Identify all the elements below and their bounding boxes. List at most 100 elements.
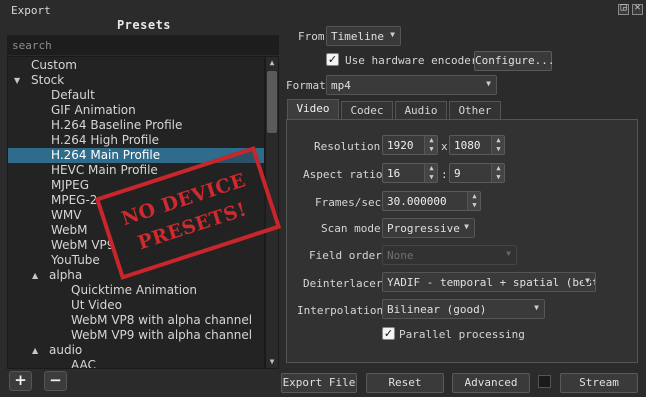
increment-icon[interactable]: ▲ bbox=[425, 164, 438, 172]
configure-button[interactable]: Configure... bbox=[474, 51, 554, 71]
aspect-height-spinbox[interactable]: 9 ▲ ▼ bbox=[449, 163, 505, 183]
preset-tree-label: WMV bbox=[51, 208, 82, 222]
stream-button[interactable]: Stream bbox=[560, 373, 638, 393]
format-select[interactable]: mp4 ▼ bbox=[326, 75, 497, 95]
deinterlacer-label: Deinterlacer bbox=[303, 277, 383, 290]
preset-tree-label: YouTube bbox=[51, 253, 100, 267]
deinterlacer-select[interactable]: YADIF - temporal + spatial (best) ▼ bbox=[382, 272, 596, 292]
format-label: Format bbox=[286, 79, 326, 92]
preset-tree-label: MPEG-2 bbox=[51, 193, 98, 207]
height-spinbox[interactable]: 1080 ▲ ▼ bbox=[449, 135, 505, 155]
chevron-down-icon: ▼ bbox=[534, 303, 539, 312]
preset-tree-label: HEVC Main Profile bbox=[51, 163, 158, 177]
interpolation-label: Interpolation bbox=[297, 304, 384, 317]
preset-tree-label: H.264 Baseline Profile bbox=[51, 118, 183, 132]
resolution-label: Resolution bbox=[314, 140, 381, 153]
preset-tree-label: H.264 Main Profile bbox=[51, 148, 161, 162]
aspect-width-spinbox[interactable]: 16 ▲ ▼ bbox=[382, 163, 438, 183]
interpolation-select[interactable]: Bilinear (good) ▼ bbox=[382, 299, 545, 319]
collapse-arrow-icon[interactable]: ▲ bbox=[32, 268, 38, 283]
width-value: 1920 bbox=[387, 139, 414, 152]
field-order-select[interactable]: None ▼ bbox=[382, 245, 517, 265]
increment-icon[interactable]: ▲ bbox=[468, 192, 481, 200]
decrement-icon[interactable]: ▼ bbox=[468, 201, 481, 209]
deinterlacer-value: YADIF - temporal + spatial (best) bbox=[387, 276, 596, 289]
interpolation-value: Bilinear (good) bbox=[387, 303, 487, 316]
height-value: 1080 bbox=[454, 139, 481, 152]
fps-spinbox[interactable]: 30.000000 ▲ ▼ bbox=[382, 191, 481, 211]
preset-tree-label: MJPEG bbox=[51, 178, 90, 192]
scroll-up-icon[interactable]: ▲ bbox=[266, 57, 278, 69]
preset-tree-item[interactable]: WebM VP9 with alpha channel bbox=[8, 328, 264, 343]
aspect-ratio-label: Aspect ratio bbox=[303, 168, 383, 181]
preset-tree-item[interactable]: Ut Video bbox=[8, 298, 264, 313]
preset-tree-label: WebM bbox=[51, 223, 88, 237]
preset-tree-label: Stock bbox=[31, 73, 65, 87]
increment-icon[interactable]: ▲ bbox=[492, 136, 505, 144]
preset-tree-item[interactable]: AAC bbox=[8, 358, 264, 369]
from-value: Timeline bbox=[331, 30, 384, 43]
preset-tree-item[interactable]: H.264 Baseline Profile bbox=[8, 118, 264, 133]
decrement-icon[interactable]: ▼ bbox=[492, 145, 505, 153]
preset-tree-label: Quicktime Animation bbox=[71, 283, 198, 297]
fps-value: 30.000000 bbox=[387, 195, 447, 208]
hw-encoder-label: Use hardware encoder bbox=[345, 54, 478, 67]
scrollbar-thumb[interactable] bbox=[267, 71, 277, 133]
preset-tree-item[interactable]: ▲ audio bbox=[8, 343, 264, 358]
expand-arrow-icon[interactable]: ▼ bbox=[14, 73, 20, 88]
scan-mode-value: Progressive bbox=[387, 222, 460, 235]
width-spinbox[interactable]: 1920 ▲ ▼ bbox=[382, 135, 438, 155]
reset-button[interactable]: Reset bbox=[366, 373, 444, 393]
export-file-button[interactable]: Export File bbox=[281, 373, 357, 393]
hw-encoder-checkbox[interactable]: ✓ bbox=[326, 53, 339, 66]
preset-tree-item[interactable]: Quicktime Animation bbox=[8, 283, 264, 298]
tab-other[interactable]: Other bbox=[449, 101, 501, 120]
add-preset-button[interactable]: + bbox=[9, 371, 32, 391]
preset-tree-label: WebM VP9 with alpha channel bbox=[71, 328, 253, 342]
chevron-down-icon: ▼ bbox=[506, 249, 511, 258]
chevron-down-icon: ▼ bbox=[464, 222, 469, 231]
preset-tree-item[interactable]: ▼ Stock bbox=[8, 73, 264, 88]
collapse-arrow-icon[interactable]: ▲ bbox=[32, 343, 38, 358]
preset-tree-label: WebM VP9 bbox=[51, 238, 115, 252]
chevron-down-icon: ▼ bbox=[583, 276, 590, 285]
advanced-button[interactable]: Advanced bbox=[452, 373, 530, 393]
title-bar bbox=[0, 0, 646, 20]
scan-mode-label: Scan mode bbox=[321, 222, 381, 235]
tab-video[interactable]: Video bbox=[287, 99, 339, 120]
preset-tree-label: audio bbox=[49, 343, 83, 357]
preset-tree-label: alpha bbox=[49, 268, 83, 282]
preset-tree-item[interactable]: H.264 High Profile bbox=[8, 133, 264, 148]
float-icon[interactable]: ◲ bbox=[618, 2, 629, 15]
decrement-icon[interactable]: ▼ bbox=[425, 173, 438, 181]
scan-mode-select[interactable]: Progressive ▼ bbox=[382, 218, 475, 238]
search-input[interactable] bbox=[7, 35, 279, 55]
fps-label: Frames/sec bbox=[315, 196, 382, 209]
from-label: From bbox=[298, 30, 325, 43]
stream-checkbox[interactable] bbox=[538, 375, 551, 388]
from-select[interactable]: Timeline ▼ bbox=[326, 26, 401, 46]
aspect-width-value: 16 bbox=[387, 167, 401, 180]
preset-tree-item[interactable]: WebM VP8 with alpha channel bbox=[8, 313, 264, 328]
tab-codec[interactable]: Codec bbox=[341, 101, 393, 120]
chevron-down-icon: ▼ bbox=[390, 30, 395, 39]
preset-tree-label: GIF Animation bbox=[51, 103, 136, 117]
decrement-icon[interactable]: ▼ bbox=[492, 173, 505, 181]
scroll-down-icon[interactable]: ▼ bbox=[266, 356, 278, 368]
close-icon[interactable]: ✕ bbox=[632, 2, 643, 15]
preset-tree-label: WebM VP8 with alpha channel bbox=[71, 313, 253, 327]
chevron-down-icon: ▼ bbox=[486, 79, 491, 88]
increment-icon[interactable]: ▲ bbox=[492, 164, 505, 172]
preset-tree-item[interactable]: Default bbox=[8, 88, 264, 103]
presets-title: Presets bbox=[116, 18, 172, 32]
decrement-icon[interactable]: ▼ bbox=[425, 145, 438, 153]
remove-preset-button[interactable]: − bbox=[44, 371, 67, 391]
aspect-separator: : bbox=[441, 168, 448, 181]
preset-tree-label: Custom bbox=[31, 58, 77, 72]
preset-tree-item[interactable]: GIF Animation bbox=[8, 103, 264, 118]
tab-audio[interactable]: Audio bbox=[395, 101, 447, 120]
parallel-processing-checkbox[interactable]: ✓ bbox=[382, 327, 395, 340]
increment-icon[interactable]: ▲ bbox=[425, 136, 438, 144]
preset-tree-item[interactable]: Custom bbox=[8, 58, 264, 73]
preset-tree-label: AAC bbox=[71, 358, 96, 369]
